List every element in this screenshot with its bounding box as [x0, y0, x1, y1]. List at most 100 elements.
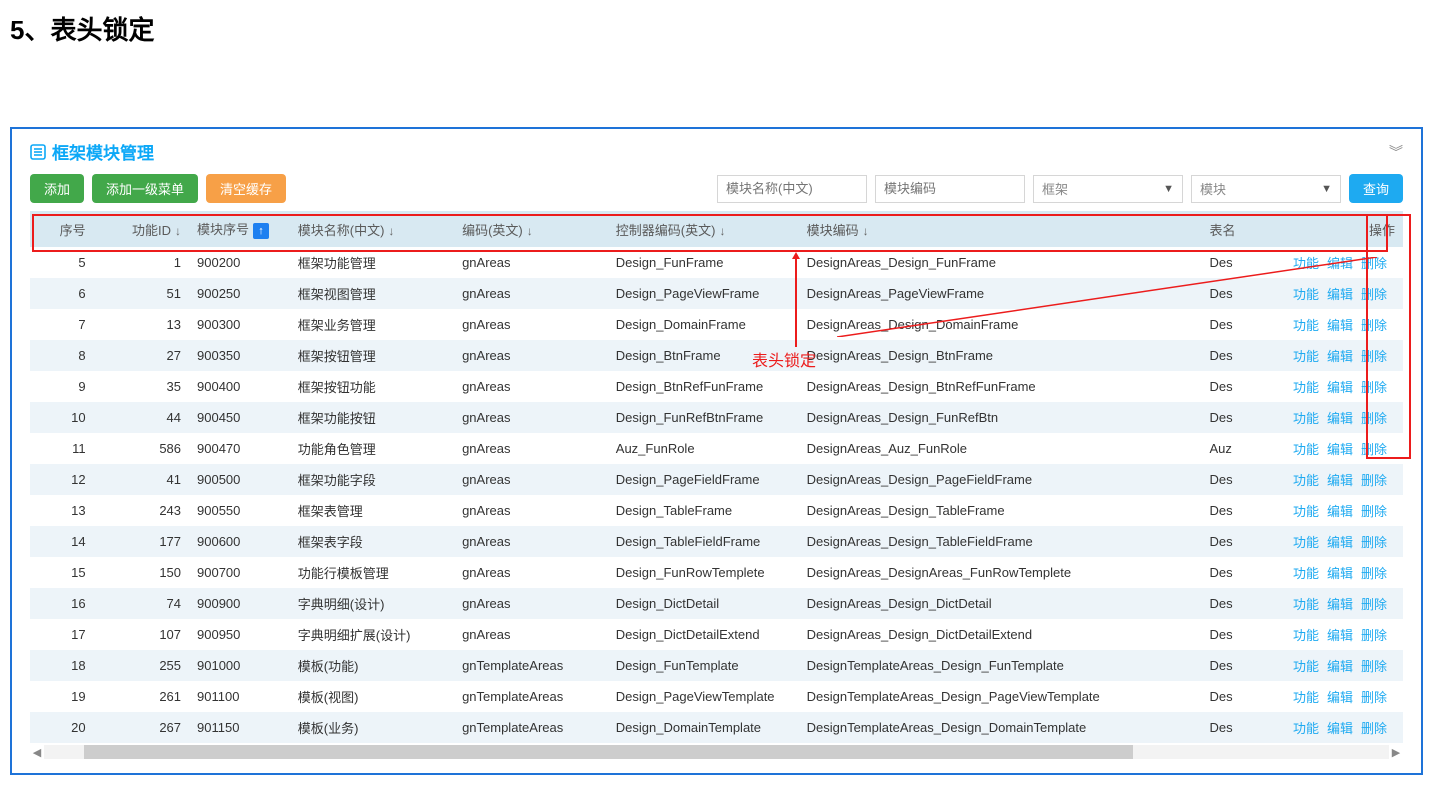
action-func[interactable]: 功能 [1293, 535, 1319, 550]
action-edit[interactable]: 编辑 [1327, 566, 1353, 581]
cell-ctrl: Design_FunRowTemplete [608, 557, 799, 588]
action-delete[interactable]: 删除 [1361, 380, 1387, 395]
cell-seq: 16 [30, 588, 94, 619]
scroll-left-icon[interactable]: ◀ [30, 745, 44, 759]
table-row[interactable]: 18255901000模板(功能)gnTemplateAreasDesign_F… [30, 650, 1403, 681]
action-edit[interactable]: 编辑 [1327, 349, 1353, 364]
cell-ops: 功能编辑删除 [1254, 433, 1403, 464]
cell-funid: 261 [94, 681, 189, 712]
action-edit[interactable]: 编辑 [1327, 473, 1353, 488]
action-func[interactable]: 功能 [1293, 659, 1319, 674]
filter-code-input[interactable] [875, 175, 1025, 203]
action-edit[interactable]: 编辑 [1327, 442, 1353, 457]
cell-modseq: 900350 [189, 340, 290, 371]
action-func[interactable]: 功能 [1293, 380, 1319, 395]
panel-header: 框架模块管理 ︾ [30, 139, 1403, 174]
action-func[interactable]: 功能 [1293, 690, 1319, 705]
scroll-right-icon[interactable]: ▶ [1389, 745, 1403, 759]
col-name[interactable]: 模块名称(中文)↓ [290, 211, 454, 247]
action-edit[interactable]: 编辑 [1327, 597, 1353, 612]
action-func[interactable]: 功能 [1293, 473, 1319, 488]
action-func[interactable]: 功能 [1293, 597, 1319, 612]
cell-table: Des [1201, 619, 1254, 650]
table-header-row: 序号 功能ID↓ 模块序号↑ 模块名称(中文)↓ 编码(英文)↓ 控制器编码(英… [30, 211, 1403, 247]
table-row[interactable]: 935900400框架按钮功能gnAreasDesign_BtnRefFunFr… [30, 371, 1403, 402]
filter-select-module[interactable]: 模块 [1191, 175, 1341, 203]
clear-cache-button[interactable]: 清空缓存 [206, 174, 286, 203]
add-menu-button[interactable]: 添加一级菜单 [92, 174, 198, 203]
action-func[interactable]: 功能 [1293, 566, 1319, 581]
scroll-thumb[interactable] [84, 745, 1133, 759]
action-delete[interactable]: 删除 [1361, 690, 1387, 705]
cell-ops: 功能编辑删除 [1254, 495, 1403, 526]
cell-seq: 10 [30, 402, 94, 433]
action-delete[interactable]: 删除 [1361, 535, 1387, 550]
action-func[interactable]: 功能 [1293, 411, 1319, 426]
col-modcode[interactable]: 模块编码↓ [799, 211, 1202, 247]
table-row[interactable]: 827900350框架按钮管理gnAreasDesign_BtnFrameDes… [30, 340, 1403, 371]
col-ops[interactable]: 操作 [1254, 211, 1403, 247]
cell-ops: 功能编辑删除 [1254, 371, 1403, 402]
action-delete[interactable]: 删除 [1361, 597, 1387, 612]
col-encode[interactable]: 编码(英文)↓ [454, 211, 608, 247]
action-func[interactable]: 功能 [1293, 721, 1319, 736]
col-ctrl[interactable]: 控制器编码(英文)↓ [608, 211, 799, 247]
table-row[interactable]: 15150900700功能行模板管理gnAreasDesign_FunRowTe… [30, 557, 1403, 588]
action-func[interactable]: 功能 [1293, 349, 1319, 364]
cell-table: Des [1201, 495, 1254, 526]
add-button[interactable]: 添加 [30, 174, 84, 203]
scroll-track[interactable] [44, 745, 1389, 759]
cell-seq: 8 [30, 340, 94, 371]
action-delete[interactable]: 删除 [1361, 504, 1387, 519]
table-row[interactable]: 19261901100模板(视图)gnTemplateAreasDesign_P… [30, 681, 1403, 712]
action-func[interactable]: 功能 [1293, 628, 1319, 643]
cell-modseq: 900700 [189, 557, 290, 588]
table-row[interactable]: 17107900950字典明细扩展(设计)gnAreasDesign_DictD… [30, 619, 1403, 650]
cell-seq: 5 [30, 247, 94, 278]
action-delete[interactable]: 删除 [1361, 473, 1387, 488]
cell-ctrl: Design_DomainFrame [608, 309, 799, 340]
action-func[interactable]: 功能 [1293, 504, 1319, 519]
page-heading: 5、表头锁定 [10, 10, 1423, 47]
action-edit[interactable]: 编辑 [1327, 411, 1353, 426]
col-table[interactable]: 表名 [1201, 211, 1254, 247]
expand-icon[interactable]: ︾ [1389, 142, 1403, 162]
table-row[interactable]: 1674900900字典明细(设计)gnAreasDesign_DictDeta… [30, 588, 1403, 619]
action-delete[interactable]: 删除 [1361, 411, 1387, 426]
cell-encode: gnAreas [454, 526, 608, 557]
action-delete[interactable]: 删除 [1361, 349, 1387, 364]
cell-encode: gnTemplateAreas [454, 681, 608, 712]
action-edit[interactable]: 编辑 [1327, 690, 1353, 705]
cell-modcode: DesignAreas_Design_TableFieldFrame [799, 526, 1202, 557]
table-row[interactable]: 1241900500框架功能字段gnAreasDesign_PageFieldF… [30, 464, 1403, 495]
filter-select-framework[interactable]: 框架 [1033, 175, 1183, 203]
table-row[interactable]: 11586900470功能角色管理gnAreasAuz_FunRoleDesig… [30, 433, 1403, 464]
action-delete[interactable]: 删除 [1361, 659, 1387, 674]
cell-ops: 功能编辑删除 [1254, 464, 1403, 495]
action-delete[interactable]: 删除 [1361, 442, 1387, 457]
col-funid[interactable]: 功能ID↓ [94, 211, 189, 247]
col-seq[interactable]: 序号 [30, 211, 94, 247]
action-func[interactable]: 功能 [1293, 442, 1319, 457]
filter-name-input[interactable] [717, 175, 867, 203]
action-delete[interactable]: 删除 [1361, 721, 1387, 736]
table-row[interactable]: 14177900600框架表字段gnAreasDesign_TableField… [30, 526, 1403, 557]
action-edit[interactable]: 编辑 [1327, 535, 1353, 550]
action-delete[interactable]: 删除 [1361, 566, 1387, 581]
action-edit[interactable]: 编辑 [1327, 628, 1353, 643]
col-modseq[interactable]: 模块序号↑ [189, 211, 290, 247]
search-button[interactable]: 查询 [1349, 174, 1403, 203]
horizontal-scrollbar[interactable]: ◀ ▶ [30, 745, 1403, 759]
table-row[interactable]: 20267901150模板(业务)gnTemplateAreasDesign_D… [30, 712, 1403, 743]
action-edit[interactable]: 编辑 [1327, 504, 1353, 519]
action-edit[interactable]: 编辑 [1327, 659, 1353, 674]
table-row[interactable]: 1044900450框架功能按钮gnAreasDesign_FunRefBtnF… [30, 402, 1403, 433]
cell-modcode: DesignAreas_Auz_FunRole [799, 433, 1202, 464]
table-row[interactable]: 13243900550框架表管理gnAreasDesign_TableFrame… [30, 495, 1403, 526]
action-delete[interactable]: 删除 [1361, 628, 1387, 643]
cell-modcode: DesignAreas_Design_PageFieldFrame [799, 464, 1202, 495]
action-edit[interactable]: 编辑 [1327, 380, 1353, 395]
cell-modseq: 900550 [189, 495, 290, 526]
cell-funid: 41 [94, 464, 189, 495]
action-edit[interactable]: 编辑 [1327, 721, 1353, 736]
